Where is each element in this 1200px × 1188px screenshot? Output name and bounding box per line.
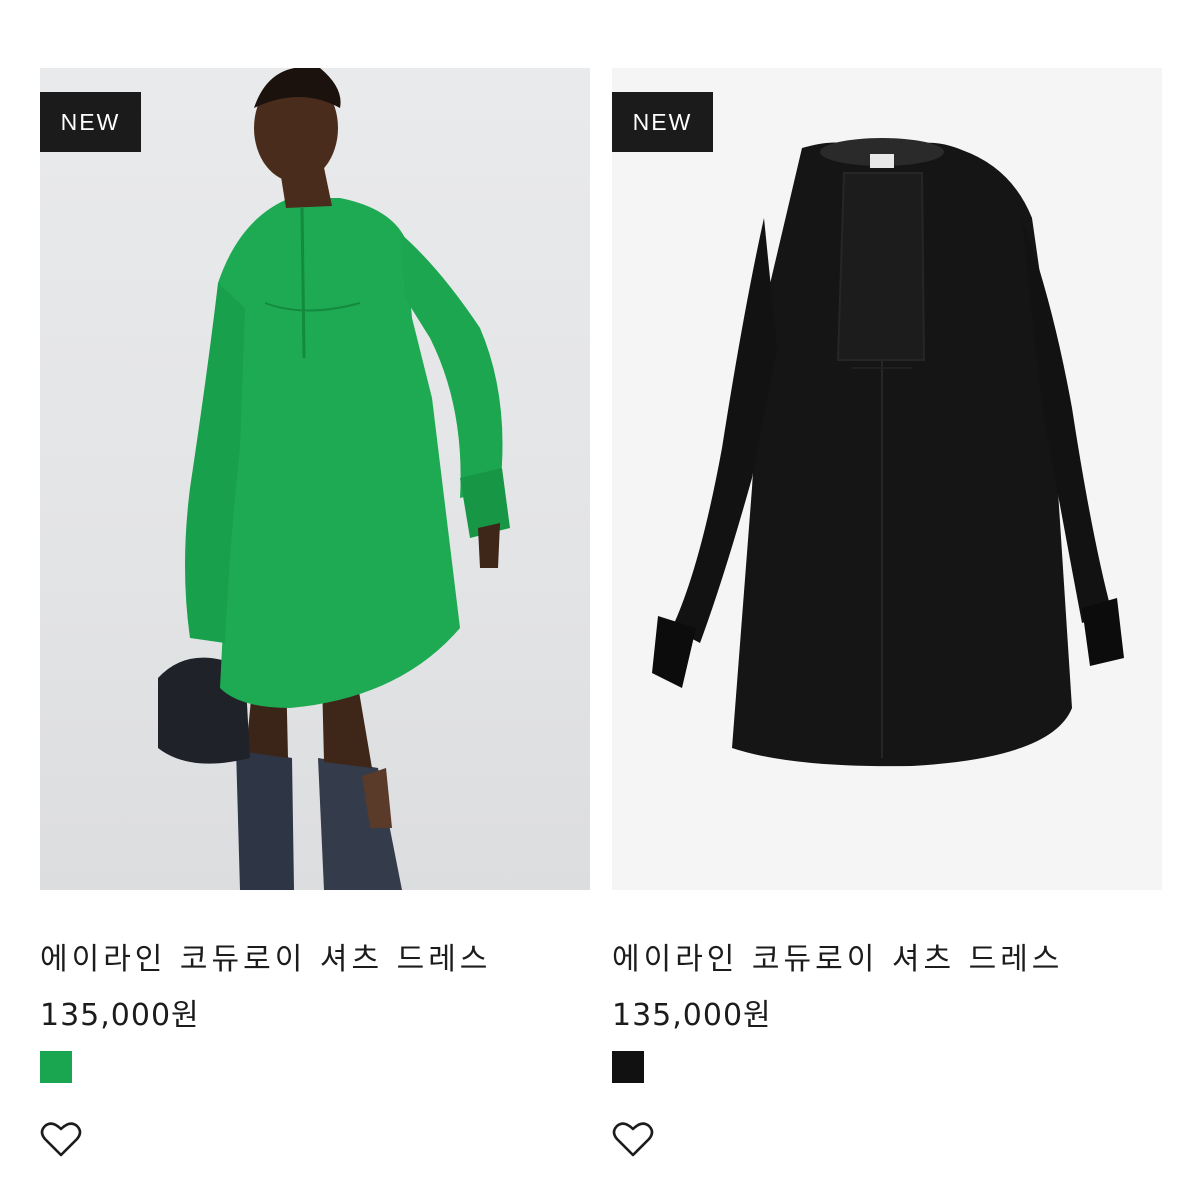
- product-title[interactable]: 에이라인 코듀로이 셔츠 드레스: [612, 934, 1063, 978]
- color-swatch-black[interactable]: [612, 1051, 644, 1083]
- new-badge: NEW: [612, 92, 713, 152]
- heart-icon[interactable]: [40, 1120, 82, 1158]
- black-dress-flat-image: [652, 138, 1124, 767]
- product-image[interactable]: NEW: [612, 68, 1162, 890]
- product-card[interactable]: NEW 에이라인 코듀로이 셔츠 드레스 135,000원: [40, 68, 590, 1157]
- model-green-dress-image: [158, 68, 510, 890]
- product-image[interactable]: NEW: [40, 68, 590, 890]
- product-title[interactable]: 에이라인 코듀로이 셔츠 드레스: [40, 934, 491, 978]
- product-price: 135,000원: [40, 998, 200, 1033]
- new-badge: NEW: [40, 92, 141, 152]
- color-swatch-green[interactable]: [40, 1051, 72, 1083]
- heart-icon[interactable]: [612, 1120, 654, 1158]
- product-price: 135,000원: [612, 998, 772, 1033]
- product-card[interactable]: NEW 에이라인 코듀로이 셔츠 드레스 135,000원: [612, 68, 1162, 1157]
